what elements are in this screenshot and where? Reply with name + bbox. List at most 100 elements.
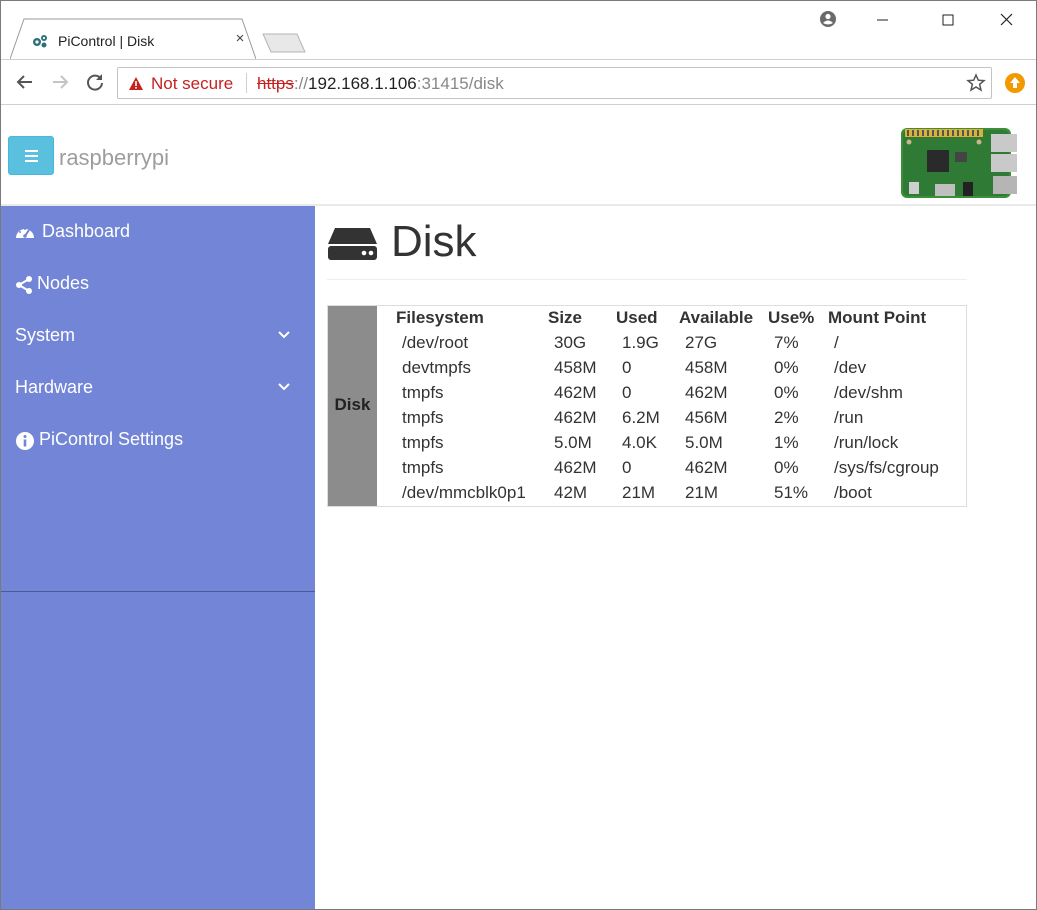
url-text[interactable]: https://192.168.1.106:31415/disk xyxy=(257,74,504,94)
table-cell-used: 0 xyxy=(622,458,632,477)
sidebar-item-label: Dashboard xyxy=(42,221,131,241)
table-cell-used: 21M xyxy=(622,483,656,502)
table-cell-available: 456M xyxy=(685,408,728,427)
tab-title: PiControl | Disk xyxy=(58,33,155,49)
hamburger-line xyxy=(25,150,38,152)
table-cell-used: 0 xyxy=(622,358,632,377)
table-cell-use-percent: 51% xyxy=(774,483,809,502)
table-cell-use-percent: 1% xyxy=(774,433,799,452)
close-tab-icon[interactable]: × xyxy=(232,31,248,47)
table-cell-filesystem: tmpfs xyxy=(402,383,444,402)
table-cell-filesystem: tmpfs xyxy=(402,433,444,452)
info-circle-icon xyxy=(16,432,34,450)
column-header: Available xyxy=(679,308,754,327)
sidebar-item-nodes[interactable]: Nodes xyxy=(1,258,315,310)
new-tab-button[interactable] xyxy=(262,33,306,53)
column-header: Used xyxy=(616,308,658,327)
table-cell-available: 5.0M xyxy=(685,433,723,452)
hard-drive-icon xyxy=(328,228,377,260)
close-window-icon[interactable] xyxy=(992,9,1022,33)
table-cell-mount-point: /dev xyxy=(834,358,867,377)
table-cell-filesystem: tmpfs xyxy=(402,458,444,477)
table-cell-use-percent: 0% xyxy=(774,358,799,377)
disk-table: Disk Filesystem Size Used Available Use%… xyxy=(327,305,967,507)
share-icon xyxy=(16,276,32,294)
table-cell-used: 4.0K xyxy=(622,433,657,452)
table-cell-mount-point: /dev/shm xyxy=(834,383,903,402)
reload-icon[interactable] xyxy=(83,70,107,94)
table-cell-use-percent: 7% xyxy=(774,333,799,352)
table-cell-use-percent: 0% xyxy=(774,458,799,477)
table-cell-size: 462M xyxy=(554,408,597,427)
table-cell-used: 1.9G xyxy=(622,333,659,352)
table-cell-size: 5.0M xyxy=(554,433,592,452)
table-cell-use-percent: 2% xyxy=(774,408,799,427)
top-navbar: raspberrypi xyxy=(1,106,1036,206)
table-cell-use-percent: 0% xyxy=(774,383,799,402)
column-header: Filesystem xyxy=(396,308,484,327)
table-cell-used: 6.2M xyxy=(622,408,660,427)
browser-window: PiControl | Disk × Not secure https://19… xyxy=(0,0,1037,910)
forward-arrow-icon[interactable] xyxy=(48,70,72,94)
table-cell-used: 0 xyxy=(622,383,632,402)
sidebar-item-label: System xyxy=(15,325,76,345)
page-title: Disk xyxy=(391,217,477,266)
sidebar-item-label: PiControl Settings xyxy=(39,429,184,449)
profile-icon[interactable] xyxy=(813,9,843,33)
table-cell-mount-point: /run/lock xyxy=(834,433,899,452)
web-page: raspberrypi Dashboard Nodes System Hardw… xyxy=(1,106,1036,909)
table-cell-available: 458M xyxy=(685,358,728,377)
back-arrow-icon[interactable] xyxy=(13,70,37,94)
table-cell-mount-point: /sys/fs/cgroup xyxy=(834,458,939,477)
table-cell-filesystem: devtmpfs xyxy=(402,358,471,377)
column-header: Use% xyxy=(768,308,815,327)
page-header: Disk xyxy=(327,206,967,280)
sidebar-item-system[interactable]: System xyxy=(1,310,315,362)
sidebar-item-dashboard[interactable]: Dashboard xyxy=(1,206,315,258)
brand-name[interactable]: raspberrypi xyxy=(59,145,169,171)
chevron-down-icon xyxy=(278,331,290,339)
table-cell-available: 462M xyxy=(685,383,728,402)
minimize-icon[interactable] xyxy=(867,9,897,33)
table-cell-filesystem: /dev/root xyxy=(402,333,469,352)
url-separator: :// xyxy=(293,74,309,93)
hamburger-line xyxy=(25,160,38,162)
address-bar[interactable]: Not secure https://192.168.1.106:31415/d… xyxy=(117,67,992,99)
menu-toggle-button[interactable] xyxy=(8,136,54,175)
security-status[interactable]: Not secure xyxy=(151,74,233,94)
table-cell-mount-point: / xyxy=(834,333,839,352)
sidebar: Dashboard Nodes System Hardware PiContro… xyxy=(1,206,315,909)
column-header: Size xyxy=(548,308,583,327)
table-cell-size: 462M xyxy=(554,383,597,402)
table-cell-mount-point: /boot xyxy=(834,483,872,502)
table-cell-mount-point: /run xyxy=(834,408,864,427)
update-arrow-icon[interactable] xyxy=(1004,72,1026,94)
bookmark-star-icon[interactable] xyxy=(966,73,986,93)
table-cell-available: 27G xyxy=(685,333,718,352)
title-bar: PiControl | Disk × xyxy=(1,1,1036,60)
url-path: :31415/disk xyxy=(416,74,504,93)
main-content: Disk Disk Filesystem Size Used Available… xyxy=(315,206,1036,909)
browser-toolbar: Not secure https://192.168.1.106:31415/d… xyxy=(1,59,1036,105)
table-cell-available: 21M xyxy=(685,483,719,502)
dashboard-icon xyxy=(16,228,34,238)
column-header: Mount Point xyxy=(828,308,927,327)
disk-row-label: Disk xyxy=(334,395,371,414)
table-cell-size: 42M xyxy=(554,483,588,502)
table-cell-size: 462M xyxy=(554,458,597,477)
url-host: 192.168.1.106 xyxy=(308,74,417,93)
table-cell-size: 30G xyxy=(554,333,587,352)
sidebar-item-label: Hardware xyxy=(15,377,94,397)
browser-tab[interactable]: PiControl | Disk × xyxy=(10,18,256,60)
maximize-icon[interactable] xyxy=(933,9,963,33)
table-cell-filesystem: /dev/mmcblk0p1 xyxy=(402,483,526,502)
hamburger-line xyxy=(25,155,38,157)
warning-icon[interactable] xyxy=(128,76,144,92)
sidebar-divider xyxy=(1,591,315,592)
sidebar-item-picontrol-settings[interactable]: PiControl Settings xyxy=(1,414,315,466)
table-cell-filesystem: tmpfs xyxy=(402,408,444,427)
chevron-down-icon xyxy=(278,383,290,391)
disk-row-header: Disk xyxy=(328,306,377,506)
table-cell-available: 462M xyxy=(685,458,728,477)
sidebar-item-hardware[interactable]: Hardware xyxy=(1,362,315,414)
